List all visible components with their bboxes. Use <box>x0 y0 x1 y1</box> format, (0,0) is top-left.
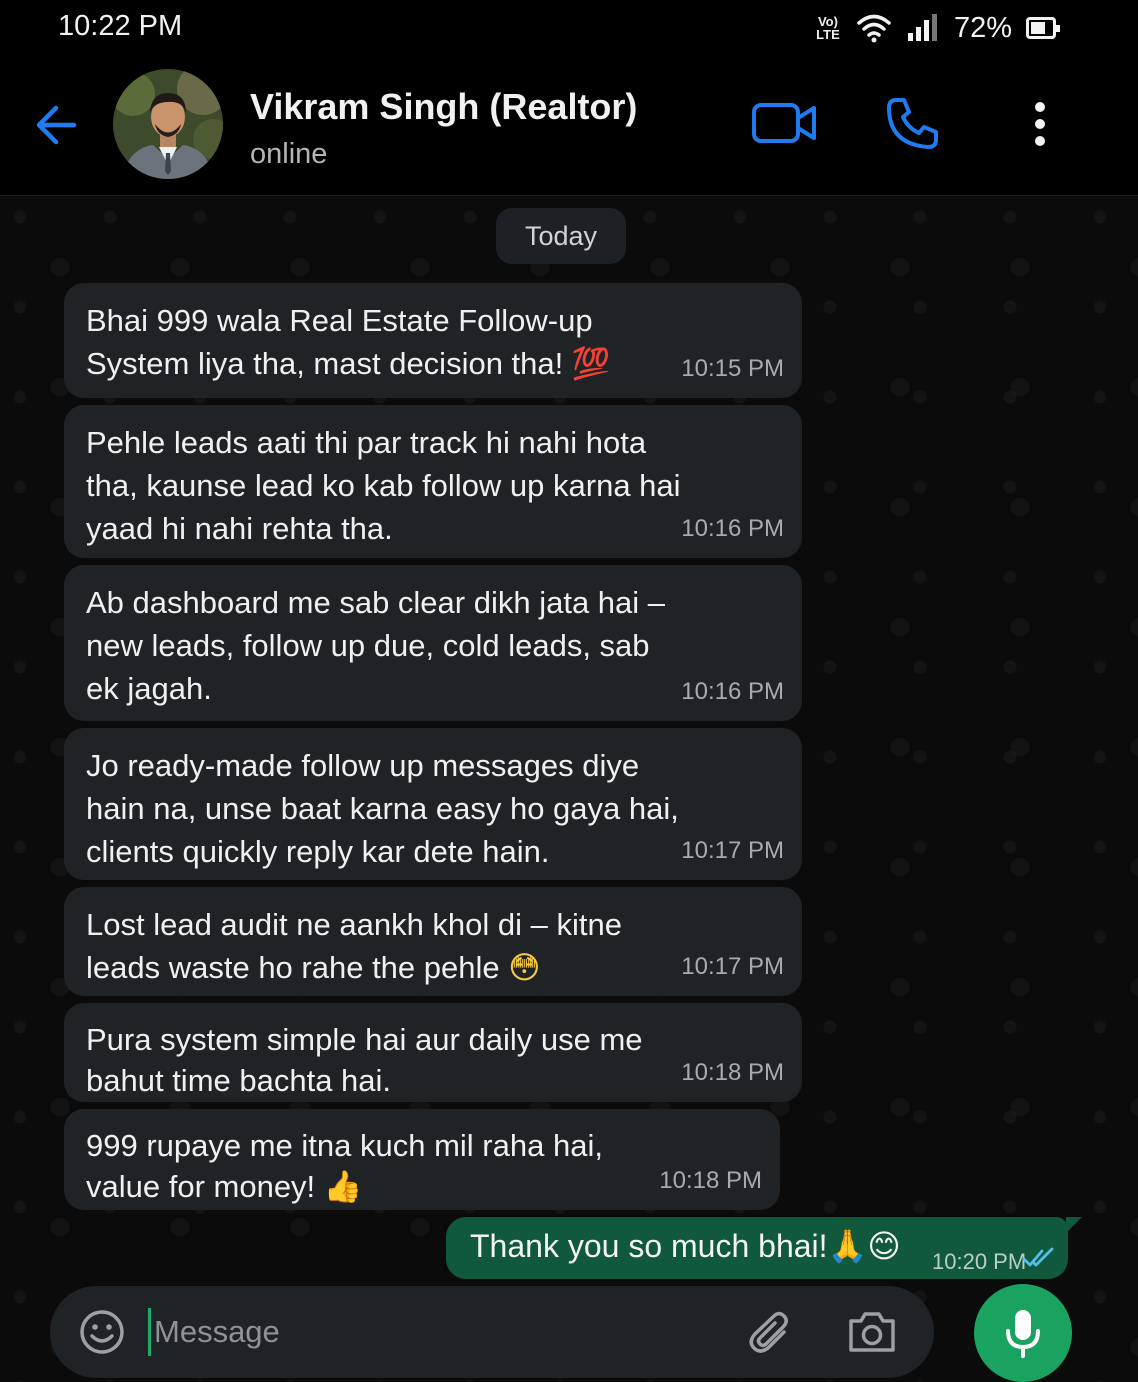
read-receipt-icon <box>1022 1247 1054 1267</box>
hundred-points-emoji: 💯 <box>571 346 611 382</box>
back-arrow-icon[interactable] <box>30 98 84 152</box>
emoji-icon[interactable] <box>78 1308 126 1356</box>
chat-header: Vikram Singh (Realtor) online <box>0 56 1138 196</box>
message-bubble[interactable]: Ab dashboard me sab clear dikh jata hai … <box>64 565 802 721</box>
message-bubble[interactable]: Pehle leads aati thi par track hi nahi h… <box>64 405 802 558</box>
status-indicators: Vo) LTE 72% <box>814 8 1060 48</box>
battery-percent: 72% <box>953 11 1012 44</box>
date-chip: Today <box>496 208 626 264</box>
message-time: 10:18 PM <box>659 1167 762 1194</box>
outgoing-message-time: 10:20 PM <box>932 1249 1027 1274</box>
message-bubble[interactable]: Bhai 999 wala Real Estate Follow-up Syst… <box>64 283 802 398</box>
message-text: 999 rupaye me itna kuch mil raha hai, va… <box>86 1128 603 1205</box>
volte-icon: Vo) LTE <box>814 15 842 41</box>
message-text: Bhai 999 wala Real Estate Follow-up Syst… <box>86 303 611 382</box>
message-time: 10:16 PM <box>681 515 784 542</box>
volte-bottom: LTE <box>816 27 840 42</box>
video-call-icon[interactable] <box>750 98 818 148</box>
camera-icon[interactable] <box>846 1306 898 1358</box>
attach-icon[interactable] <box>746 1308 796 1358</box>
message-time: 10:17 PM <box>681 953 784 980</box>
status-bar: 10:22 PM Vo) LTE 72% <box>0 0 1138 56</box>
message-text: Pehle leads aati thi par track hi nahi h… <box>86 425 681 546</box>
message-bubble[interactable]: 999 rupaye me itna kuch mil raha hai, va… <box>64 1109 780 1210</box>
message-composer <box>50 1286 934 1378</box>
phone-icon[interactable] <box>882 94 942 154</box>
message-time: 10:17 PM <box>681 837 784 864</box>
contact-status: online <box>250 138 328 170</box>
message-time: 10:18 PM <box>681 1059 784 1086</box>
message-bubble[interactable]: Pura system simple hai aur daily use me … <box>64 1003 802 1102</box>
message-text: Ab dashboard me sab clear dikh jata hai … <box>86 585 666 706</box>
signal-icon <box>907 14 937 41</box>
message-input[interactable] <box>150 1304 730 1360</box>
outgoing-message-bubble[interactable]: Thank you so much bhai!🙏😊 10:20 PM <box>446 1217 1082 1279</box>
flushed-face-emoji: 😳 <box>508 950 541 986</box>
mic-icon <box>1006 1310 1040 1358</box>
thumbs-up-emoji: 👍 <box>323 1169 363 1205</box>
message-bubble[interactable]: Jo ready-made follow up messages diye ha… <box>64 728 802 880</box>
chat-screen: 10:22 PM Vo) LTE 72% Vikram Singh (Realt… <box>0 0 1138 1382</box>
message-text: Pura system simple hai aur daily use me … <box>86 1022 643 1098</box>
message-time: 10:15 PM <box>681 355 784 382</box>
status-time: 10:22 PM <box>58 10 183 42</box>
message-text: Jo ready-made follow up messages diye ha… <box>86 748 679 869</box>
wifi-icon <box>857 14 891 43</box>
outgoing-message-text: Thank you so much bhai!🙏😊 <box>470 1228 901 1264</box>
message-time: 10:16 PM <box>681 678 784 705</box>
contact-name[interactable]: Vikram Singh (Realtor) <box>250 86 637 128</box>
mic-button[interactable] <box>974 1284 1072 1382</box>
message-text: Lost lead audit ne aankh khol di – kitne… <box>86 907 622 986</box>
message-bubble[interactable]: Lost lead audit ne aankh khol di – kitne… <box>64 887 802 996</box>
avatar[interactable] <box>113 69 223 179</box>
battery-icon <box>1026 17 1060 39</box>
more-vert-icon[interactable] <box>1022 98 1058 150</box>
